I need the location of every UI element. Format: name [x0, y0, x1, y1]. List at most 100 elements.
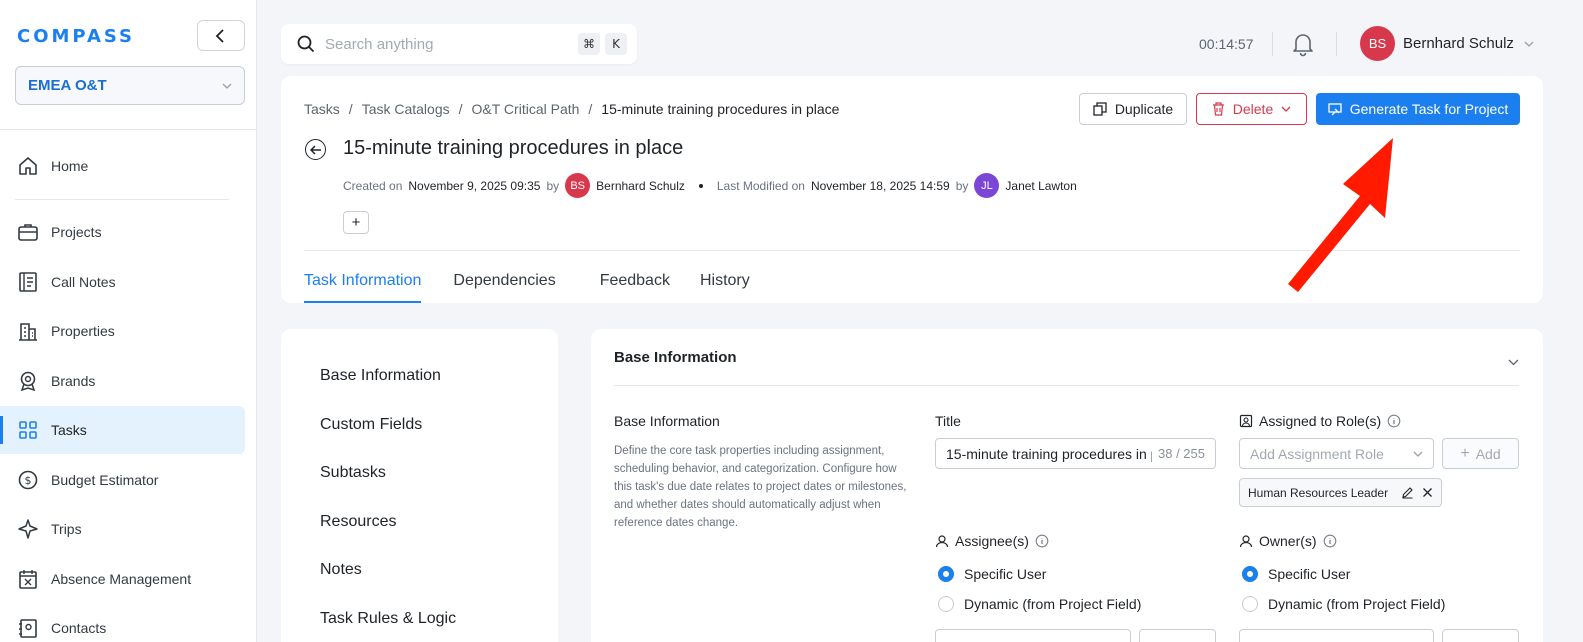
radio-selected	[938, 566, 954, 582]
id-badge-icon	[1239, 414, 1253, 428]
by-label: by	[955, 178, 969, 193]
annotation-arrow	[1288, 138, 1393, 292]
sidebar-item-brands[interactable]: Brands	[0, 357, 245, 405]
duplicate-label: Duplicate	[1114, 101, 1174, 117]
radio-unselected	[938, 596, 954, 612]
breadcrumb-critical-path[interactable]: O&T Critical Path	[472, 101, 580, 117]
notifications-button[interactable]	[1290, 31, 1316, 62]
edit-icon[interactable]	[1401, 486, 1414, 499]
assignment-role-select[interactable]: Add Assignment Role	[1239, 438, 1434, 469]
search-input[interactable]	[325, 35, 573, 53]
chevron-down-icon	[1508, 359, 1519, 366]
role-tag: Human Resources Leader	[1239, 478, 1442, 507]
owner-specific-user-radio[interactable]: Specific User	[1242, 566, 1350, 582]
radio-label: Dynamic (from Project Field)	[1268, 596, 1446, 612]
sidebar-item-home[interactable]: Home	[0, 142, 245, 190]
creator-avatar: BS	[565, 173, 591, 198]
base-information-card: Base Information Base Information Define…	[591, 329, 1543, 642]
radio-unselected	[1242, 596, 1258, 612]
section-link-notes[interactable]: Notes	[320, 561, 362, 579]
sidebar-item-call-notes[interactable]: Call Notes	[0, 258, 245, 306]
compass-logo: COMPASS	[17, 26, 136, 47]
plus-icon: +	[1460, 444, 1470, 462]
section-link-custom-fields[interactable]: Custom Fields	[320, 416, 422, 434]
sidebar-item-absence-management[interactable]: Absence Management	[0, 555, 245, 603]
chevron-down-icon	[1413, 451, 1423, 457]
topbar-divider	[1272, 32, 1273, 56]
assignee-user-select[interactable]	[935, 629, 1131, 642]
modified-label: Last Modified on	[716, 178, 805, 193]
org-select[interactable]: EMEA O&T	[15, 66, 245, 105]
created-date: November 9, 2025 09:35	[408, 178, 541, 193]
sidebar-item-label: Contacts	[51, 620, 107, 636]
radio-label: Specific User	[964, 566, 1047, 582]
sidebar-item-trips[interactable]: Trips	[0, 505, 245, 553]
plane-icon	[17, 518, 39, 540]
owner-user-select[interactable]	[1239, 629, 1434, 642]
owner-add-button[interactable]	[1442, 629, 1519, 642]
section-link-task-rules[interactable]: Task Rules & Logic	[320, 610, 456, 628]
info-icon[interactable]	[1323, 534, 1337, 548]
assignee-add-button[interactable]	[1139, 629, 1216, 642]
owners-label: Owner(s)	[1239, 533, 1337, 549]
breadcrumb-task-catalogs[interactable]: Task Catalogs	[362, 101, 450, 117]
add-tag-button[interactable]: +	[343, 211, 369, 234]
sidebar-item-label: Tasks	[51, 422, 87, 438]
duplicate-button[interactable]: Duplicate	[1079, 93, 1187, 125]
close-icon[interactable]	[1422, 487, 1433, 498]
generate-task-button[interactable]: Generate Task for Project	[1316, 93, 1520, 125]
notebook-icon	[17, 271, 39, 293]
breadcrumb: Tasks / Task Catalogs / O&T Critical Pat…	[304, 101, 839, 117]
org-select-value: EMEA O&T	[28, 77, 107, 94]
back-button[interactable]	[305, 139, 326, 160]
delete-button[interactable]: Delete	[1196, 93, 1307, 125]
sidebar-item-tasks[interactable]: Tasks	[0, 406, 245, 454]
assigned-roles-label: Assigned to Role(s)	[1239, 413, 1401, 429]
sidebar-item-projects[interactable]: Projects	[0, 208, 245, 256]
section-link-base-information[interactable]: Base Information	[320, 367, 441, 385]
global-search[interactable]: ⌘ K	[281, 24, 637, 64]
breadcrumb-tasks[interactable]: Tasks	[304, 101, 340, 117]
creator-name: Bernhard Schulz	[596, 178, 685, 193]
user-name: Bernhard Schulz	[1403, 35, 1514, 52]
info-icon[interactable]	[1387, 414, 1401, 428]
assignee-specific-user-radio[interactable]: Specific User	[938, 566, 1046, 582]
sidebar-item-label: Home	[51, 158, 89, 174]
copy-icon	[1093, 102, 1107, 116]
card-title: Base Information	[614, 349, 737, 366]
title-label: Title	[935, 413, 961, 429]
sidebar-item-budget-estimator[interactable]: $ Budget Estimator	[0, 456, 245, 504]
user-menu[interactable]: BS Bernhard Schulz	[1360, 26, 1534, 61]
tab-dependencies[interactable]: Dependencies	[453, 272, 555, 303]
tab-task-information[interactable]: Task Information	[304, 272, 422, 303]
sidebar-item-label: Budget Estimator	[51, 472, 159, 488]
assignee-dynamic-radio[interactable]: Dynamic (from Project Field)	[938, 596, 1141, 612]
card-divider	[614, 385, 1519, 386]
contact-icon	[17, 617, 39, 639]
chevron-down-icon	[1281, 106, 1291, 112]
created-label: Created on	[343, 178, 403, 193]
briefcase-icon	[17, 221, 39, 243]
avatar: BS	[1360, 26, 1395, 61]
info-icon[interactable]	[1035, 534, 1049, 548]
title-label-text: Title	[935, 413, 961, 429]
building-icon	[17, 320, 39, 342]
collapse-card-button[interactable]	[1508, 353, 1519, 371]
session-timer: 00:14:57	[1199, 36, 1254, 52]
title-input[interactable]: 15-minute training procedures in place 3…	[935, 438, 1216, 469]
section-link-subtasks[interactable]: Subtasks	[320, 464, 386, 482]
kbd-k: K	[605, 33, 627, 55]
section-label: Base Information	[614, 413, 720, 429]
add-role-button[interactable]: + Add	[1442, 438, 1519, 469]
sidebar-item-properties[interactable]: Properties	[0, 307, 245, 355]
sidebar-item-label: Projects	[51, 224, 102, 240]
tab-feedback[interactable]: Feedback	[600, 272, 670, 303]
tab-history[interactable]: History	[700, 272, 750, 303]
assignees-label: Assignee(s)	[935, 533, 1049, 549]
owner-dynamic-radio[interactable]: Dynamic (from Project Field)	[1242, 596, 1445, 612]
section-link-resources[interactable]: Resources	[320, 513, 396, 531]
radio-label: Specific User	[1268, 566, 1351, 582]
sidebar-item-contacts[interactable]: Contacts	[0, 604, 245, 642]
collapse-sidebar-button[interactable]	[197, 20, 245, 51]
topbar-divider	[1336, 32, 1337, 56]
